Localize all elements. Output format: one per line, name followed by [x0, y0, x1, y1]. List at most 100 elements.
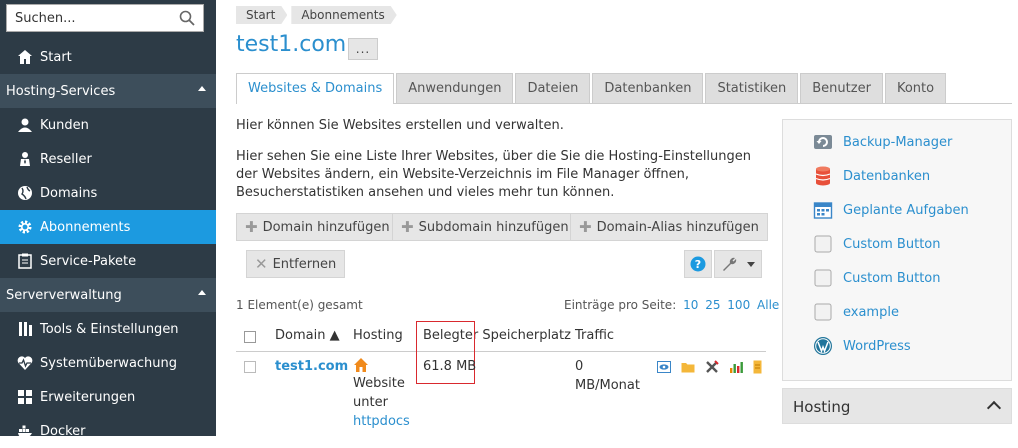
per-page-selector: Einträge pro Seite: 10 25 100 Alle	[564, 298, 779, 312]
tab-benutzer[interactable]: Benutzer	[800, 73, 883, 103]
tools-dropdown-button[interactable]	[714, 250, 762, 278]
nav-domains[interactable]: Domains	[0, 176, 216, 210]
chevron-down-icon	[747, 261, 755, 267]
per-page-label: Einträge pro Seite:	[564, 298, 677, 312]
example-label: example	[843, 304, 899, 320]
wordpress-link[interactable]: WordPress	[813, 336, 911, 356]
nav-kunden-label: Kunden	[40, 117, 89, 133]
wrench-icon	[723, 257, 737, 271]
tab-anwendungen[interactable]: Anwendungen	[396, 73, 514, 103]
settings-tools-icon[interactable]	[705, 360, 719, 374]
nav-service-pakete[interactable]: Service-Pakete	[0, 244, 216, 278]
row-hosting-line1: Website	[353, 376, 405, 391]
statistics-icon[interactable]	[729, 360, 743, 374]
nav-domains-label: Domains	[40, 185, 98, 201]
collapse-caret-icon	[198, 86, 206, 91]
custom-button-icon	[813, 302, 833, 322]
per-page-25[interactable]: 25	[705, 298, 720, 312]
custom-button-icon	[813, 268, 833, 288]
backup-icon	[813, 132, 833, 152]
hosting-header-label: Hosting	[793, 398, 851, 416]
nav-start[interactable]: Start	[0, 40, 216, 74]
nav-docker[interactable]: Docker	[0, 414, 216, 448]
nav-section-serververwaltung[interactable]: Serververwaltung	[0, 278, 216, 312]
scheduled-tasks-link[interactable]: Geplante Aufgaben	[813, 200, 969, 220]
select-all-checkbox[interactable]	[244, 331, 256, 343]
custom-button-1-link[interactable]: Custom Button	[813, 234, 940, 254]
row-hosting-line2: unter	[353, 395, 388, 410]
plus-icon: ✚	[245, 218, 258, 236]
row-hosting-link[interactable]: httpdocs	[353, 414, 410, 429]
remove-icon: ✕	[255, 255, 268, 273]
home-icon	[16, 48, 34, 66]
custom-button-2-link[interactable]: Custom Button	[813, 268, 940, 288]
tab-konto[interactable]: Konto	[884, 73, 947, 103]
example-link[interactable]: example	[813, 302, 899, 322]
row-traffic-unit: MB/Monat	[575, 378, 640, 393]
tab-datenbanken[interactable]: Datenbanken	[592, 73, 704, 103]
per-page-all[interactable]: Alle	[757, 298, 779, 312]
breadcrumb-start[interactable]: Start	[236, 6, 287, 24]
column-traffic[interactable]: Traffic	[575, 328, 614, 343]
package-icon	[16, 252, 34, 270]
svg-text:?: ?	[695, 258, 701, 271]
calendar-icon	[813, 200, 833, 220]
row-checkbox[interactable]	[244, 361, 256, 373]
chevron-up-icon[interactable]	[986, 400, 1002, 416]
remove-button[interactable]: ✕ Entfernen	[246, 250, 346, 278]
remove-label: Entfernen	[272, 256, 337, 272]
extensions-icon	[16, 388, 34, 406]
preview-icon[interactable]	[657, 360, 671, 374]
add-alias-label: Domain-Alias hinzufügen	[596, 219, 759, 235]
nav-erweiterungen-label: Erweiterungen	[40, 389, 136, 405]
custom-button-1-label: Custom Button	[843, 236, 941, 252]
search-placeholder: Suchen...	[15, 10, 76, 26]
row-storage: 61.8 MB	[423, 359, 477, 374]
help-button[interactable]: ?	[684, 250, 712, 278]
nav-monitoring[interactable]: Systemüberwachung	[0, 346, 216, 380]
nav-section-hosting-services[interactable]: Hosting-Services	[0, 74, 216, 108]
nav-section-server-label: Serververwaltung	[6, 287, 122, 303]
search-icon[interactable]	[179, 10, 195, 26]
nav-tools[interactable]: Tools & Einstellungen	[0, 312, 216, 346]
search-input[interactable]: Suchen...	[6, 4, 204, 32]
nav-reseller[interactable]: Reseller	[0, 142, 216, 176]
nav-abonnements[interactable]: Abonnements	[0, 210, 216, 244]
per-page-100[interactable]: 100	[727, 298, 750, 312]
page-title: test1.com	[236, 32, 347, 57]
nav-service-pakete-label: Service-Pakete	[40, 253, 137, 269]
breadcrumb-abonnements[interactable]: Abonnements	[291, 6, 396, 24]
column-hosting[interactable]: Hosting	[353, 328, 403, 343]
row-traffic-value: 0	[575, 359, 584, 374]
gear-icon	[16, 218, 34, 236]
nav-kunden[interactable]: Kunden	[0, 108, 216, 142]
more-actions-button[interactable]: ...	[348, 38, 378, 60]
folder-icon[interactable]	[681, 360, 695, 374]
per-page-10[interactable]: 10	[683, 298, 698, 312]
tab-dateien[interactable]: Dateien	[515, 73, 591, 103]
databases-label: Datenbanken	[843, 168, 931, 184]
description-text: Hier sehen Sie eine Liste Ihrer Websites…	[236, 149, 752, 200]
tab-statistiken[interactable]: Statistiken	[705, 73, 799, 103]
add-subdomain-button[interactable]: ✚ Subdomain hinzufügen	[392, 213, 578, 241]
sidebar: Suchen... Start Hosting-Services Kunden …	[0, 0, 216, 439]
nav-start-label: Start	[40, 49, 72, 65]
highlight-box	[416, 321, 475, 384]
column-domain[interactable]: Domain ▲	[275, 328, 340, 343]
wordpress-label: WordPress	[843, 338, 911, 354]
backup-manager-label: Backup-Manager	[843, 134, 953, 150]
databases-link[interactable]: Datenbanken	[813, 166, 930, 186]
tab-websites-domains[interactable]: Websites & Domains	[236, 73, 395, 104]
more-row-icon[interactable]	[753, 360, 762, 374]
plus-icon: ✚	[579, 218, 592, 236]
hosting-panel-header[interactable]: Hosting	[782, 388, 1012, 424]
nav-reseller-label: Reseller	[40, 151, 92, 167]
nav-erweiterungen[interactable]: Erweiterungen	[0, 380, 216, 414]
database-icon	[813, 166, 833, 186]
heartbeat-icon	[16, 354, 34, 372]
add-domain-alias-button[interactable]: ✚ Domain-Alias hinzufügen	[570, 213, 768, 241]
globe-icon	[16, 184, 34, 202]
backup-manager-link[interactable]: Backup-Manager	[813, 132, 952, 152]
add-domain-button[interactable]: ✚ Domain hinzufügen	[236, 213, 399, 241]
row-domain-link[interactable]: test1.com	[275, 359, 348, 374]
